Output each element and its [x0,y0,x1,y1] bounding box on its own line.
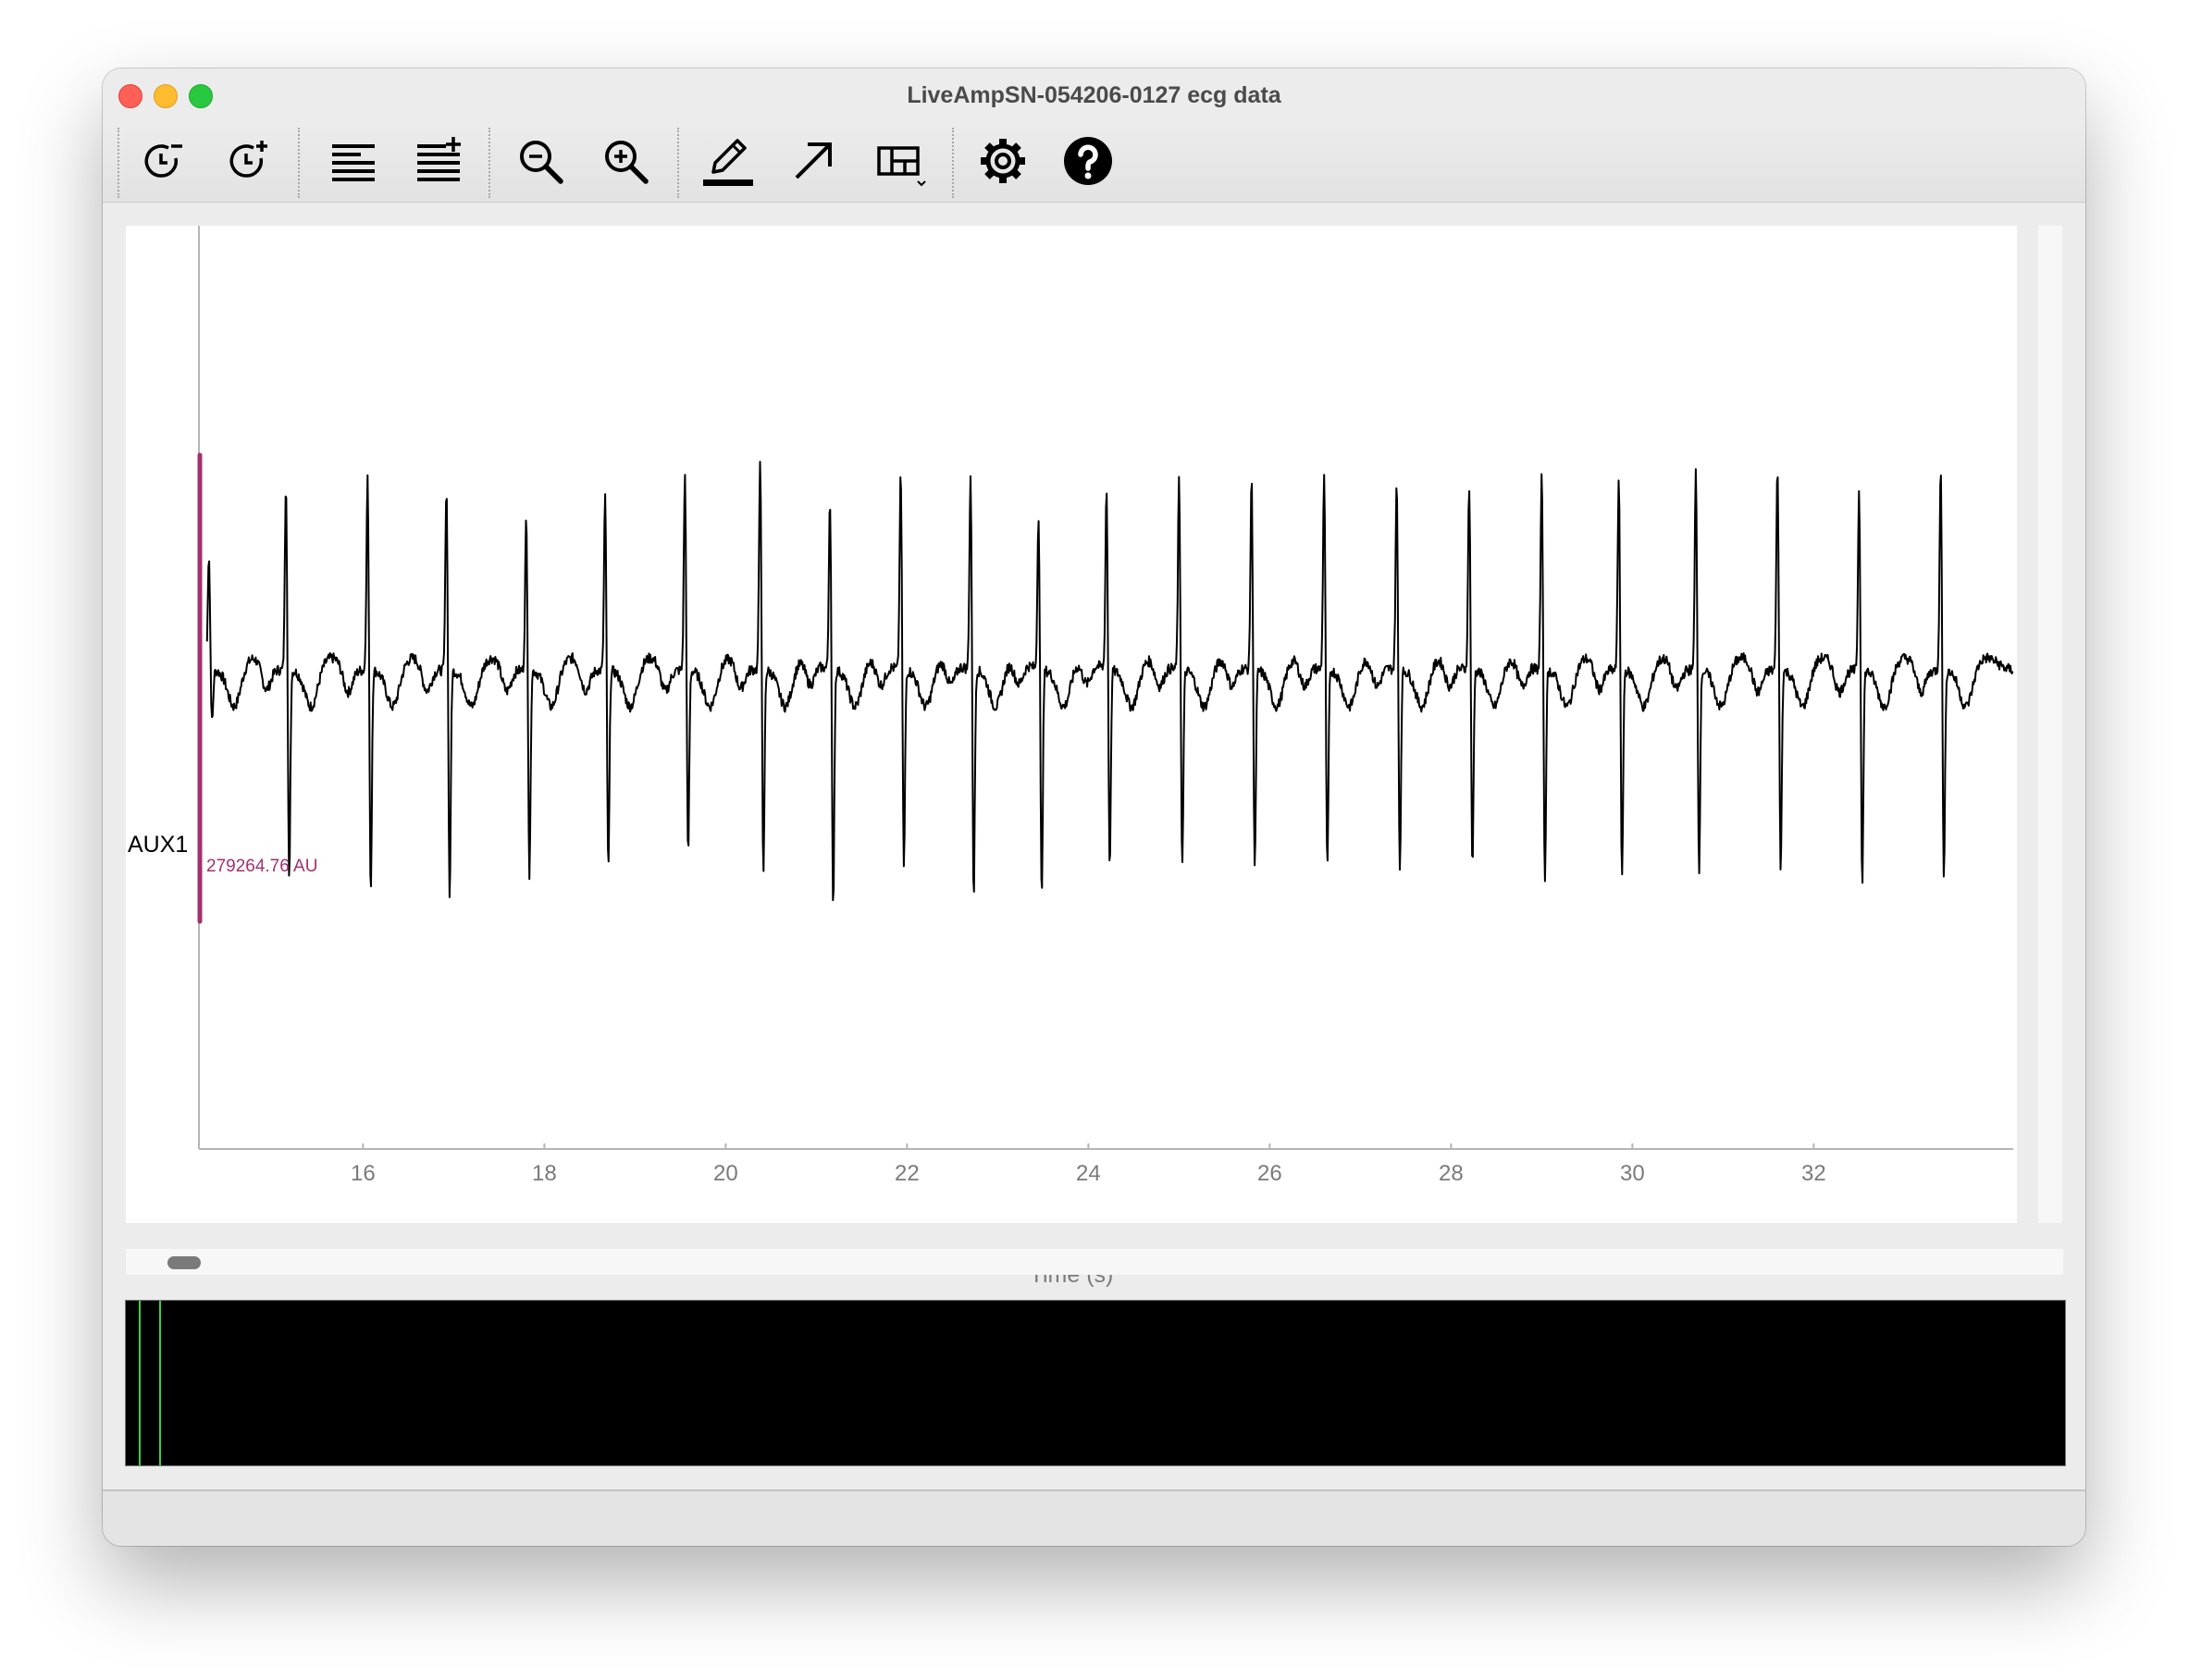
lines-icon [332,144,375,181]
overview-window-start-marker[interactable] [139,1301,141,1465]
pencil-icon [703,139,753,186]
channel-label: AUX1 [128,832,189,858]
help-icon [1064,137,1112,185]
toolbar-separator [117,128,119,198]
horizontal-scrollbar[interactable] [126,1249,2063,1275]
app-window: LiveAmpSN-054206-0127 ecg data 16 18 20 … [103,68,2085,1546]
x-tick-label: 24 [1076,1161,1101,1186]
lines-plus-icon [417,137,461,181]
help-button[interactable] [1058,131,1118,191]
x-tick-label: 32 [1801,1161,1826,1186]
ecg-chart: 16 18 20 22 24 26 28 30 32 [197,226,2014,1186]
x-tick-label: 18 [532,1161,557,1186]
zoom-window-button[interactable] [189,84,213,108]
x-tick-label: 16 [351,1161,376,1186]
x-tick-label: 30 [1620,1161,1645,1186]
increase-channels-button[interactable] [409,131,468,191]
toolbar-separator [677,128,679,198]
overview-panel[interactable] [125,1300,2066,1466]
layout-button[interactable] [869,131,928,191]
increase-time-scale-button[interactable] [220,131,279,191]
aux1-trace [205,461,2014,902]
x-tick-label: 20 [713,1161,738,1186]
vertical-scrollbar[interactable] [2038,226,2062,1223]
x-tick-label: 28 [1439,1161,1464,1186]
toolbar-separator [489,128,490,198]
toolbar-separator [298,128,300,198]
gear-icon [981,139,1025,183]
clock-minus-icon [144,144,182,178]
zoom-in-button[interactable] [596,131,655,191]
title-bar: LiveAmpSN-054206-0127 ecg data [103,68,2085,122]
overview-window-end-marker[interactable] [159,1301,161,1465]
clock-plus-icon [229,141,267,178]
annotate-button[interactable] [699,131,758,191]
arrow-button[interactable] [784,131,843,191]
x-tick-label: 26 [1257,1161,1282,1186]
minimize-window-button[interactable] [154,84,178,108]
horizontal-scrollbar-thumb[interactable] [167,1256,201,1269]
scale-value-label: 279264.76 AU [206,857,318,876]
window-title: LiveAmpSN-054206-0127 ecg data [907,82,1281,108]
x-tick-label: 22 [895,1161,920,1186]
zoom-out-icon [520,141,563,184]
zoom-out-button[interactable] [511,131,570,191]
signal-plot[interactable]: 16 18 20 22 24 26 28 30 32 AUX1 279264.76 AU Tim… [126,226,2017,1288]
status-bar [103,1489,2085,1546]
toolbar [103,122,2085,203]
arrow-up-right-icon [795,142,832,179]
toolbar-separator [952,128,954,198]
decrease-channels-button[interactable] [324,131,383,191]
close-window-button[interactable] [118,84,142,108]
decrease-time-scale-button[interactable] [135,131,194,191]
layout-dropdown-icon [877,146,926,187]
zoom-in-icon [605,141,649,184]
settings-button[interactable] [973,131,1033,191]
